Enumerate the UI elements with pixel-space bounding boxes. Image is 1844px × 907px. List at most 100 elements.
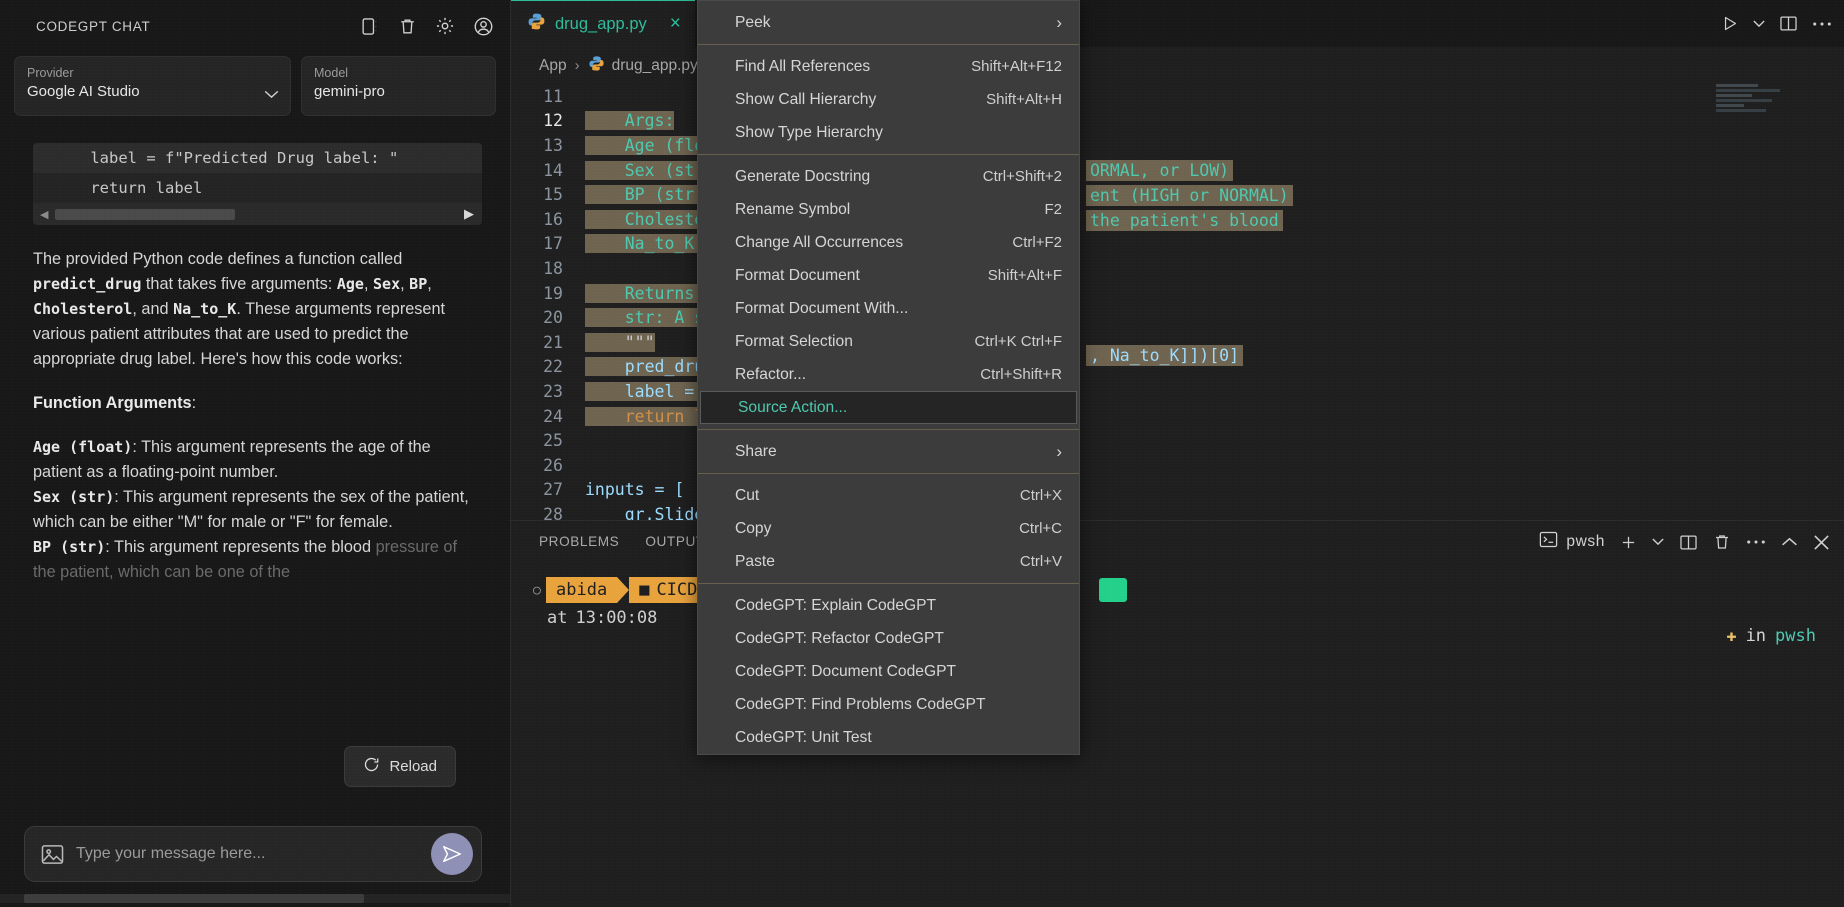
menu-item-change-all-occurrences[interactable]: Change All Occurrences Ctrl+F2 (698, 226, 1079, 259)
msg-p1-code3: Sex (373, 275, 401, 293)
gear-icon[interactable] (434, 15, 456, 37)
menu-item-generate-docstring[interactable]: Generate Docstring Ctrl+Shift+2 (698, 160, 1079, 193)
model-select[interactable]: Model gemini-pro ✕ (301, 56, 525, 116)
menu-item-source-action[interactable]: Source Action... (700, 391, 1077, 424)
terminal-chevron-icon[interactable] (1652, 538, 1664, 546)
image-attach-icon[interactable] (41, 844, 64, 865)
breadcrumb-file-label: drug_app.py (611, 56, 698, 74)
codegpt-chat-panel: CODEGPT CHAT Provider Google AI Studio M… (0, 0, 525, 907)
terminal-selector[interactable]: pwsh (1539, 531, 1605, 553)
menu-item-codegpt-find-problems-codegpt[interactable]: CodeGPT: Find Problems CodeGPT (698, 688, 1079, 721)
editor-context-menu[interactable]: Peek › Find All References Shift+Alt+F12 Sho… (697, 0, 1080, 755)
python-icon (588, 55, 605, 77)
close-icon[interactable]: × (670, 13, 681, 35)
breadcrumb-separator-icon: › (574, 57, 580, 74)
menu-item-share[interactable]: Share › (698, 435, 1079, 468)
menu-item-label: Format Document With... (735, 299, 909, 317)
close-panel-icon[interactable] (1813, 534, 1830, 551)
breadcrumb-item-file[interactable]: drug_app.py (588, 55, 698, 77)
code-fragment-2: ent (HIGH or NORMAL) (1086, 185, 1293, 206)
reload-label: Reload (389, 758, 437, 775)
msg-p1-c: , (363, 275, 374, 293)
new-terminal-icon[interactable] (1620, 534, 1637, 551)
menu-item-label: Rename Symbol (735, 200, 851, 218)
chat-message-input[interactable] (76, 845, 431, 863)
chevron-down-icon[interactable] (1753, 20, 1765, 28)
menu-item-shortcut: Shift+Alt+H (986, 91, 1062, 108)
terminal-right-status: ✚ in pwsh (1726, 626, 1816, 646)
account-icon[interactable] (472, 15, 494, 37)
trash-icon[interactable] (396, 15, 418, 37)
line-number: 14 (543, 160, 563, 180)
arg1-code: Age (float) (33, 438, 133, 456)
menu-item-show-type-hierarchy[interactable]: Show Type Hierarchy (698, 116, 1079, 149)
provider-value: Google AI Studio (27, 83, 140, 100)
model-label: Model (314, 66, 349, 80)
arg3-code: BP (str) (33, 538, 106, 556)
menu-item-shortcut: Ctrl+Shift+2 (982, 168, 1062, 185)
menu-item-label: Share (735, 442, 777, 460)
line-number: 20 (543, 308, 563, 328)
menu-item-refactor[interactable]: Refactor... Ctrl+Shift+R (698, 358, 1079, 391)
msg-p1-code1: predict_drug (33, 275, 142, 293)
more-actions-icon[interactable] (1812, 21, 1832, 27)
menu-item-format-document-with[interactable]: Format Document With... (698, 292, 1079, 325)
line-number: 15 (543, 185, 563, 205)
send-message-button[interactable] (431, 833, 473, 875)
run-button[interactable] (1722, 15, 1739, 32)
menu-item-codegpt-document-codegpt[interactable]: CodeGPT: Document CodeGPT (698, 655, 1079, 688)
kill-terminal-icon[interactable] (1713, 533, 1731, 551)
line-number: 18 (543, 258, 563, 278)
msg-p1-f: , and (132, 300, 174, 318)
menu-item-show-call-hierarchy[interactable]: Show Call Hierarchy Shift+Alt+H (698, 83, 1079, 116)
breadcrumb-item-app[interactable]: App (539, 57, 567, 75)
panel-tab-output[interactable]: OUTPUT (645, 534, 704, 549)
menu-item-peek[interactable]: Peek › (698, 6, 1079, 39)
menu-item-codegpt-explain-codegpt[interactable]: CodeGPT: Explain CodeGPT (698, 589, 1079, 622)
terminal-shell-label: pwsh (1775, 626, 1816, 646)
menu-item-paste[interactable]: Paste Ctrl+V (698, 545, 1079, 578)
menu-item-label: CodeGPT: Explain CodeGPT (735, 596, 937, 614)
line-number: 21 (543, 332, 563, 352)
menu-item-format-document[interactable]: Format Document Shift+Alt+F (698, 259, 1079, 292)
split-editor-icon[interactable] (1779, 14, 1798, 33)
new-chat-icon[interactable] (358, 15, 380, 37)
msg-p1-e: , (427, 275, 432, 293)
line-number: 24 (543, 406, 563, 426)
chevron-down-icon[interactable] (264, 86, 279, 104)
msg-p1-d: , (400, 275, 410, 293)
menu-item-rename-symbol[interactable]: Rename Symbol F2 (698, 193, 1079, 226)
menu-item-label: Paste (735, 552, 775, 570)
menu-item-find-all-references[interactable]: Find All References Shift+Alt+F12 (698, 50, 1079, 83)
menu-item-format-selection[interactable]: Format Selection Ctrl+K Ctrl+F (698, 325, 1079, 358)
scrollbar-thumb[interactable] (55, 208, 235, 220)
line-number: 23 (543, 381, 563, 401)
scroll-right-icon[interactable]: ▶ (464, 206, 474, 222)
reload-button[interactable]: Reload (344, 746, 456, 787)
maximize-panel-icon[interactable] (1781, 537, 1798, 548)
line-number: 11 (543, 86, 563, 106)
menu-item-cut[interactable]: Cut Ctrl+X (698, 479, 1079, 512)
menu-item-copy[interactable]: Copy Ctrl+C (698, 512, 1079, 545)
chat-panel-hscrollbar-thumb[interactable] (24, 894, 364, 903)
menu-item-codegpt-unit-test[interactable]: CodeGPT: Unit Test (698, 721, 1079, 754)
scroll-left-icon[interactable]: ◀ (33, 208, 48, 221)
chat-message-scroll[interactable]: label = f"Predicted Drug label: " return… (0, 131, 504, 825)
editor-minimap[interactable] (1716, 84, 1826, 520)
menu-item-codegpt-refactor-codegpt[interactable]: CodeGPT: Refactor CodeGPT (698, 622, 1079, 655)
more-icon[interactable] (1746, 539, 1766, 545)
panel-tab-problems[interactable]: PROBLEMS (539, 534, 619, 549)
menu-item-label: Format Selection (735, 332, 853, 350)
code-block-hscrollbar[interactable]: ◀ ▶ (33, 203, 482, 225)
terminal-plus-icon: ✚ (1726, 626, 1737, 646)
provider-select[interactable]: Provider Google AI Studio (14, 56, 291, 116)
message-arg-2: Sex (str): This argument represents the … (33, 485, 474, 535)
code-fragment-1: ORMAL, or LOW) (1086, 160, 1234, 181)
editor-tab-drug-app[interactable]: drug_app.py × (511, 0, 695, 47)
message-arg-3: BP (str): This argument represents the b… (33, 535, 474, 585)
chat-panel-title: CODEGPT CHAT (36, 18, 151, 34)
function-arguments-heading: Function Arguments (33, 394, 192, 412)
split-terminal-icon[interactable] (1679, 533, 1698, 552)
chat-input-container[interactable] (24, 826, 482, 882)
chat-code-block: label = f"Predicted Drug label: " return… (33, 143, 482, 225)
